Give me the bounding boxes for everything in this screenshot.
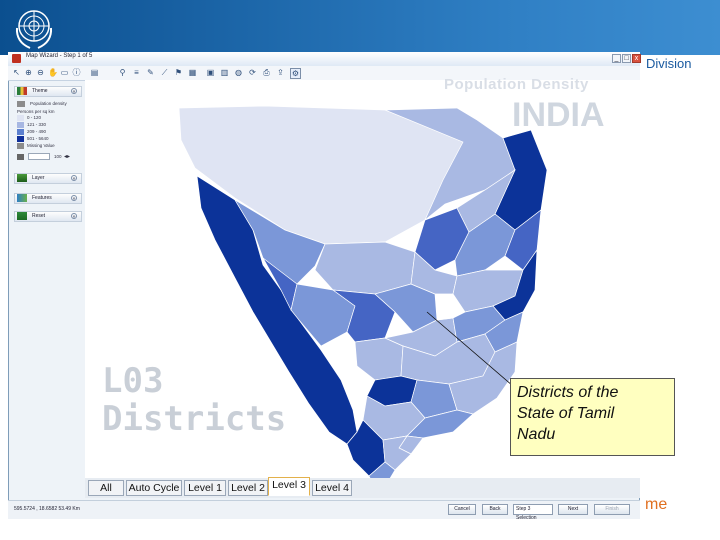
measure-icon[interactable]: ⟋ [160,68,169,77]
tab-level-3[interactable]: Level 3 [268,477,310,496]
callout-line: Districts of the [517,384,619,401]
window-title: Map Wizard - Step 1 of 5 [26,53,93,59]
theme-label: Theme [32,88,48,94]
layer-icon [17,174,27,182]
slide-header-band [0,0,720,55]
callout-line: State of Tamil [517,405,615,422]
map-level-name: Districts [102,399,287,439]
legend-swatch [17,143,24,149]
app-icon [12,54,21,63]
next-button[interactable]: Next [558,504,588,515]
legend-swatch [17,129,24,135]
legend-label: 209 - 490 [27,129,47,134]
table-icon[interactable]: ▦ [188,68,197,77]
layers-icon[interactable]: ≡ [132,68,141,77]
reset-expand-icon[interactable]: » [71,213,77,220]
layer-label: Layer [32,175,45,181]
tab-all[interactable]: All [88,480,124,496]
legend-swatch [17,122,24,128]
zoom-in-icon[interactable]: ⊕ [24,68,33,77]
maximize-button[interactable]: □ [622,54,631,63]
chart-icon[interactable]: ▥ [220,68,229,77]
refresh-icon[interactable]: ⟳ [248,68,257,77]
grid-icon[interactable]: ▣ [206,68,215,77]
legend-swatch [17,115,24,121]
callout-line: Nadu [517,426,556,443]
legend-title: Persons per sq km [17,109,55,114]
un-emblem-icon [15,10,53,49]
reset-icon [17,212,27,220]
map-level-code: L03 [102,361,164,401]
annotation-callout: Districts of the State of Tamil Nadu [510,378,675,456]
label-icon[interactable]: ▤ [90,68,99,77]
export-icon[interactable]: ⇪ [276,68,285,77]
division-text: Division [646,56,692,71]
select-icon[interactable]: ▭ [60,68,69,77]
opacity-slider[interactable] [28,153,50,160]
opacity-spinner-icon[interactable]: ◂▸ [64,153,70,160]
district-region [354,337,404,381]
pan-icon[interactable]: ✋ [48,68,58,77]
tab-level-2[interactable]: Level 2 [228,480,268,496]
tab-auto-cycle[interactable]: Auto Cycle [126,480,182,496]
slide-footer-text: me [645,496,668,513]
opacity-value: 100 [54,154,62,159]
features-label: Features [32,195,52,201]
layer-checkbox[interactable] [17,101,25,107]
settings-icon[interactable]: ⚙ [290,68,301,79]
minimize-button[interactable]: _ [612,54,621,63]
district-region [314,241,416,295]
features-expand-icon[interactable]: » [71,195,77,202]
back-button[interactable]: Back [482,504,508,515]
legend-label: 0 - 120 [27,115,42,120]
features-icon [17,194,27,202]
theme-collapse-icon[interactable]: « [71,88,77,95]
close-button[interactable]: x [632,54,641,63]
layer-expand-icon[interactable]: » [71,175,77,182]
reset-label: Reset [32,213,46,219]
coordinates-readout: 595.5724 , 18.6582 53.49 Km [14,506,80,512]
cancel-button[interactable]: Cancel [448,504,476,515]
tab-level-1[interactable]: Level 1 [184,480,226,496]
opacity-swatch [17,154,24,160]
theme-layer-name: Population density [30,101,67,106]
map-level-label: L03 Districts [102,362,286,438]
legend-label: 501 - 5640 [27,136,49,141]
map-country-title: INDIA [512,96,605,134]
legend-label: 121 - 330 [27,122,47,127]
info-icon[interactable]: ⓘ [72,68,81,77]
window-titlebar[interactable] [8,52,640,67]
bookmark-icon[interactable]: ⚑ [174,68,183,77]
print-icon[interactable]: ⎙ [262,68,271,77]
legend-swatch [17,136,24,142]
edit-icon[interactable]: ✎ [146,68,155,77]
map-title: Population Density [444,76,589,93]
finish-button[interactable]: Finish [594,504,630,515]
tab-level-4[interactable]: Level 4 [312,480,352,496]
step-select[interactable]: Step 3 Selection [513,504,553,521]
theme-icon [17,87,27,95]
filter-icon[interactable]: ⚲ [118,68,127,77]
legend-label: Missing Value [27,143,55,148]
pointer-icon[interactable]: ↖ [12,68,21,77]
globe-icon[interactable]: ◍ [234,68,243,77]
zoom-out-icon[interactable]: ⊖ [36,68,45,77]
